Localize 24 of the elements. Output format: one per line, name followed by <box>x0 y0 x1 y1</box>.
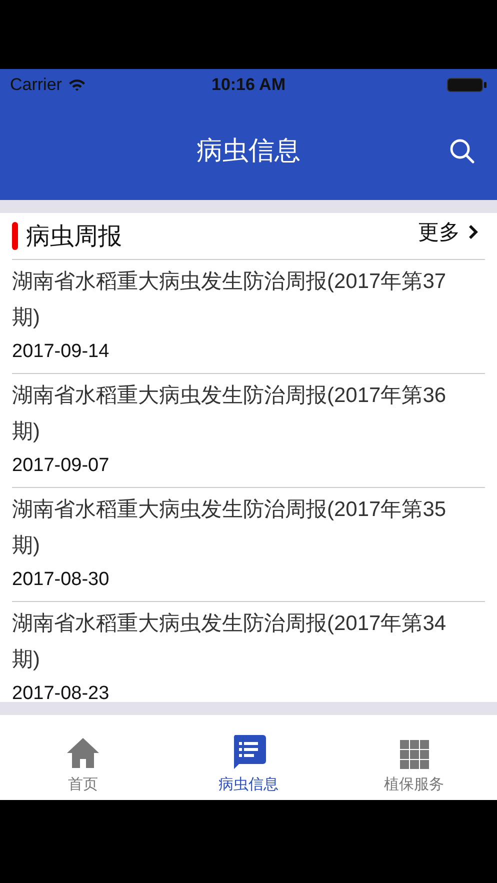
carrier-label: Carrier <box>10 74 62 94</box>
message-list-icon <box>232 735 266 769</box>
news-title[interactable]: 湖南省水稻重大病虫发生防治周报(2017年第37期) <box>12 264 464 336</box>
grid-icon <box>400 740 429 769</box>
battery-icon <box>446 78 487 92</box>
house-icon <box>66 737 100 769</box>
news-title[interactable]: 湖南省水稻重大病虫发生防治周报(2017年第35期) <box>12 492 464 564</box>
page-title: 病虫信息 <box>196 134 300 166</box>
news-date: 2017-09-07 <box>12 454 110 478</box>
wifi-icon <box>68 78 86 92</box>
tab[interactable]: 病虫信息 <box>166 715 332 800</box>
news-date: 2017-09-14 <box>12 340 110 364</box>
news-title[interactable]: 湖南省水稻重大病虫发生防治周报(2017年第36期) <box>12 378 464 450</box>
chevron-right-icon <box>468 224 479 240</box>
news-date: 2017-08-30 <box>12 568 110 592</box>
accent-bar <box>12 222 18 250</box>
news-title[interactable]: 湖南省水稻重大病虫发生防治周报(2017年第34期) <box>12 606 464 678</box>
tab[interactable]: 植保服务 <box>331 715 497 800</box>
search-button[interactable] <box>449 138 475 164</box>
news-date: 2017-08-23 <box>12 682 110 702</box>
more-link[interactable]: 更多 <box>418 218 479 246</box>
clock-time: 10:16 AM <box>211 74 286 94</box>
tab[interactable]: 首页 <box>0 715 166 800</box>
section-title: 病虫周报 <box>26 222 123 252</box>
